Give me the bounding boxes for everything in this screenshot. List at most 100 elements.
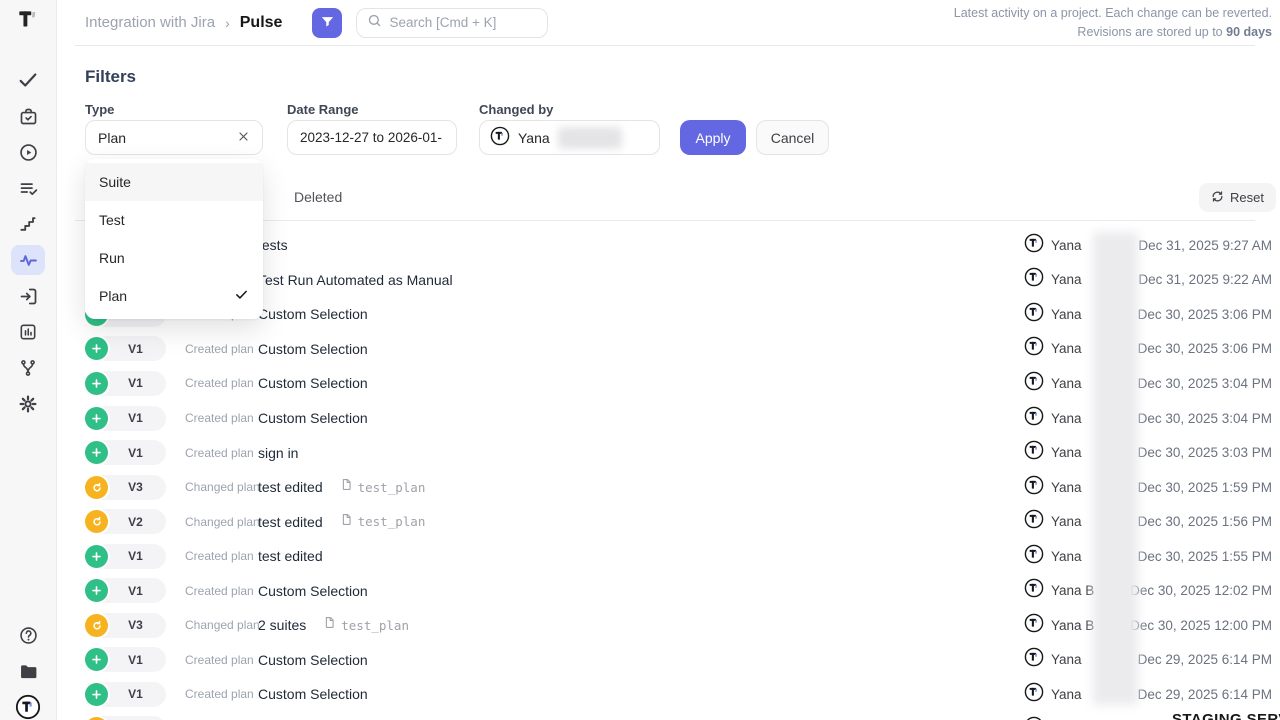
user-avatar-icon	[1024, 544, 1044, 569]
version-badge: V3	[93, 613, 166, 638]
change-type-icon	[85, 545, 108, 568]
action-label: Created plan	[185, 411, 256, 425]
item-name: test edited	[258, 514, 323, 530]
version-badge: V1	[93, 371, 166, 396]
change-type-icon	[85, 614, 108, 637]
sidebar-item-help[interactable]	[11, 620, 45, 650]
user-avatar-icon	[1024, 406, 1044, 431]
version-label: V1	[128, 376, 143, 390]
date-range-label: Date Range	[287, 102, 359, 117]
change-type-icon	[85, 510, 108, 533]
tab-deleted[interactable]: Deleted	[294, 189, 342, 205]
activity-row[interactable]	[75, 712, 1280, 720]
gear-icon	[18, 394, 38, 414]
user-avatar-icon	[1024, 267, 1044, 292]
item-name: test edited	[258, 548, 323, 564]
action-label: Created plan	[185, 376, 256, 390]
timestamp: Dec 30, 2025 3:04 PM	[1124, 376, 1272, 391]
sidebar-item-suites[interactable]	[11, 101, 45, 131]
action-label: Created plan	[185, 584, 256, 598]
date-range-input[interactable]: 2023-12-27 to 2026-01-	[287, 120, 457, 155]
type-select[interactable]: Plan	[85, 120, 263, 155]
document-icon	[339, 512, 353, 532]
user-avatar-icon	[1024, 233, 1044, 258]
version-label: V1	[128, 342, 143, 356]
user-avatar-icon	[1024, 475, 1044, 500]
dropdown-option-label: Run	[99, 250, 125, 266]
dropdown-option-label: Test	[99, 212, 125, 228]
change-type-icon	[85, 372, 108, 395]
item-name: sign in	[258, 445, 298, 461]
breadcrumb-project[interactable]: Integration with Jira	[85, 14, 215, 31]
cancel-button[interactable]: Cancel	[756, 120, 829, 155]
date-range-value: 2023-12-27 to 2026-01-	[300, 130, 442, 145]
user-name: Yana	[1051, 480, 1082, 495]
dropdown-option-plan[interactable]: Plan	[85, 277, 263, 315]
bar-chart-icon	[18, 322, 38, 342]
reset-button[interactable]: Reset	[1199, 183, 1276, 212]
plan-file-link[interactable]: test_plan	[339, 512, 426, 532]
user-name: Yana	[1051, 307, 1082, 322]
filter-button[interactable]	[312, 8, 342, 38]
list-check-icon	[18, 178, 39, 199]
app-logo-icon[interactable]	[15, 7, 41, 38]
sidebar-nav	[11, 65, 45, 419]
changed-by-value: Yana	[518, 130, 550, 146]
user-avatar-icon	[1024, 509, 1044, 534]
change-type-icon	[85, 683, 108, 706]
apply-button[interactable]: Apply	[680, 120, 746, 155]
sidebar-item-results[interactable]	[11, 173, 45, 203]
dropdown-option-test[interactable]: Test	[85, 201, 263, 239]
user-avatar-icon	[1024, 716, 1044, 720]
item-name: Custom Selection	[258, 410, 368, 426]
timestamp: Dec 30, 2025 3:04 PM	[1124, 411, 1272, 426]
item-name: Custom Selection	[258, 306, 368, 322]
timestamp: Dec 29, 2025 6:14 PM	[1124, 652, 1272, 667]
row-user	[1024, 716, 1124, 720]
user-avatar-icon	[1024, 613, 1044, 638]
search-box[interactable]	[356, 8, 548, 38]
sidebar-item-steps[interactable]	[11, 209, 45, 239]
page-description-line2: Revisions are stored up to 90 days	[954, 23, 1272, 42]
action-label: Created plan	[185, 342, 256, 356]
clear-icon[interactable]	[237, 130, 250, 146]
version-label: V3	[128, 618, 143, 632]
user-avatar-icon	[1024, 682, 1044, 707]
action-label: Changed plan	[185, 480, 256, 494]
plan-file-link[interactable]: test_plan	[322, 615, 409, 635]
version-badge: V1	[93, 336, 166, 361]
search-input[interactable]	[389, 15, 537, 30]
changed-by-select[interactable]: Yana	[479, 120, 660, 155]
version-badge: V1	[93, 578, 166, 603]
dropdown-option-suite[interactable]: Suite	[85, 163, 263, 201]
breadcrumb-separator: ›	[225, 15, 230, 31]
change-type-icon	[85, 648, 108, 671]
timestamp: Dec 31, 2025 9:22 AM	[1124, 272, 1272, 287]
plan-file-link[interactable]: test_plan	[339, 477, 426, 497]
filters-title: Filters	[85, 67, 136, 87]
user-name: Yana	[1051, 445, 1082, 460]
timestamp: Dec 31, 2025 9:27 AM	[1124, 238, 1272, 253]
sidebar-item-import[interactable]	[11, 281, 45, 311]
sidebar-item-tests[interactable]	[11, 65, 45, 95]
action-label: Changed plan	[185, 618, 256, 632]
type-value: Plan	[98, 130, 126, 146]
user-avatar-icon	[1024, 371, 1044, 396]
timestamp: Dec 30, 2025 12:00 PM	[1124, 618, 1272, 633]
version-badge: V1	[93, 544, 166, 569]
sidebar-item-projects[interactable]	[11, 656, 45, 686]
document-icon	[339, 477, 353, 497]
sidebar-item-analytics[interactable]	[11, 317, 45, 347]
user-name: Yana	[1051, 341, 1082, 356]
import-box-icon	[18, 286, 39, 307]
sidebar-user-avatar[interactable]	[11, 692, 45, 720]
sidebar-item-branches[interactable]	[11, 353, 45, 383]
sidebar-item-runs[interactable]	[11, 137, 45, 167]
avatar-icon	[15, 694, 41, 720]
sidebar-item-pulse[interactable]	[11, 245, 45, 275]
dropdown-option-run[interactable]: Run	[85, 239, 263, 277]
user-name: Yana B	[1051, 583, 1094, 598]
sidebar-item-settings[interactable]	[11, 389, 45, 419]
action-label: Created plan	[185, 446, 256, 460]
user-name: Yana	[1051, 376, 1082, 391]
